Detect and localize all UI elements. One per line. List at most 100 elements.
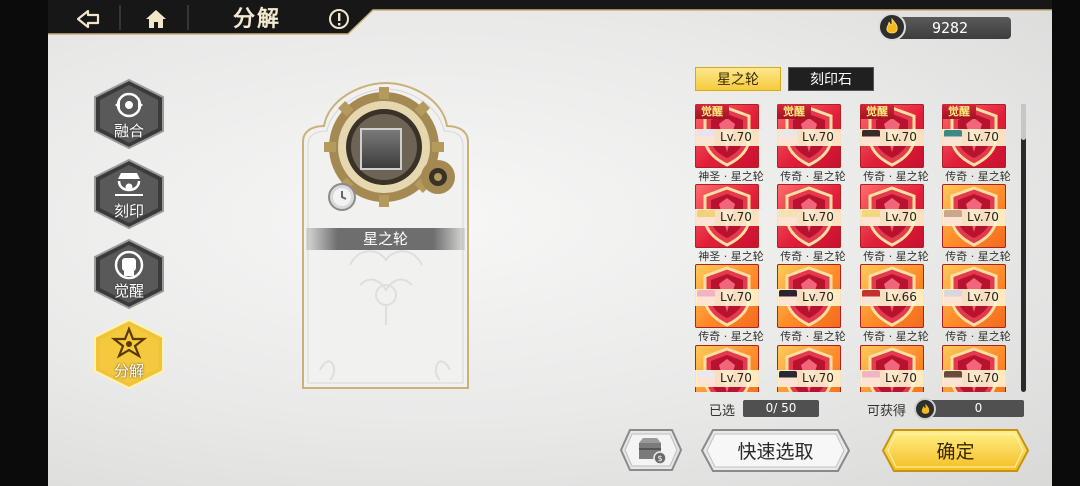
item-caption: 传奇 · 星之轮 <box>945 170 1011 183</box>
item-cell[interactable]: Lv.70 传奇 · 星之轮 <box>937 264 1019 344</box>
item-tile[interactable]: Lv.66 <box>860 264 924 328</box>
item-tile[interactable]: Lv.70 <box>695 184 759 248</box>
confirm-label: 确定 <box>936 441 975 463</box>
item-cell[interactable]: Lv.70 传奇 · 星之轮 <box>855 184 937 264</box>
awaken-badge: 觉醒 <box>942 104 976 119</box>
item-tile[interactable]: 觉醒 Lv.70 <box>777 104 841 168</box>
item-level: Lv.70 <box>802 371 834 385</box>
info-icon <box>329 9 349 29</box>
item-tile[interactable]: Lv.70 <box>860 345 924 392</box>
character-avatar <box>944 130 962 145</box>
item-tile[interactable]: Lv.70 <box>942 184 1006 248</box>
decompose-screen: 分解 9282 融合 刻印 觉醒 分解 星之轮 星之轮 刻印石 觉醒 Lv.70… <box>0 0 1080 486</box>
scrollbar-thumb[interactable] <box>1021 104 1026 140</box>
home-icon <box>146 10 166 28</box>
awaken-badge: 觉醒 <box>777 104 811 119</box>
item-tile[interactable]: 觉醒 Lv.70 <box>695 104 759 168</box>
sidebar-item-fusion[interactable]: 融合 <box>93 79 165 149</box>
item-cell[interactable]: 觉醒 Lv.70 神圣 · 星之轮 <box>690 104 772 184</box>
level-bar: Lv.70 <box>942 370 1006 387</box>
item-cell[interactable]: Lv.70 <box>937 345 1019 392</box>
item-tile[interactable]: Lv.70 <box>777 264 841 328</box>
sidebar-item-engrave[interactable]: 刻印 <box>93 159 165 229</box>
level-bar: Lv.70 <box>860 370 924 387</box>
item-tile[interactable]: 觉醒 Lv.70 <box>860 104 924 168</box>
item-cell[interactable]: Lv.70 传奇 · 星之轮 <box>772 264 854 344</box>
item-cell[interactable]: Lv.70 传奇 · 星之轮 <box>690 264 772 344</box>
sidebar-item-awaken[interactable]: 觉醒 <box>93 239 165 309</box>
level-bar: Lv.70 <box>942 209 1006 226</box>
screen-edge-left <box>0 0 48 486</box>
level-bar: Lv.70 <box>777 289 841 306</box>
character-avatar <box>779 130 797 145</box>
character-avatar <box>944 371 962 386</box>
item-cell[interactable]: Lv.70 <box>772 345 854 392</box>
item-tile[interactable]: Lv.70 <box>942 264 1006 328</box>
item-cell[interactable]: 觉醒 Lv.70 传奇 · 星之轮 <box>772 104 854 184</box>
item-level: Lv.70 <box>885 130 917 144</box>
item-level: Lv.70 <box>720 210 752 224</box>
level-bar: Lv.70 <box>695 129 759 146</box>
character-avatar <box>697 290 715 305</box>
character-avatar <box>697 371 715 386</box>
character-avatar <box>779 290 797 305</box>
item-caption: 传奇 · 星之轮 <box>780 250 846 263</box>
selected-item-name: 星之轮 <box>306 228 465 250</box>
item-cell[interactable]: Lv.70 传奇 · 星之轮 <box>937 184 1019 264</box>
item-cell[interactable]: 觉醒 Lv.70 传奇 · 星之轮 <box>937 104 1019 184</box>
currency-value: 9282 <box>931 19 969 37</box>
item-cell[interactable]: 觉醒 Lv.70 传奇 · 星之轮 <box>855 104 937 184</box>
screen-edge-right <box>1052 0 1080 486</box>
level-bar: Lv.70 <box>695 370 759 387</box>
item-caption: 传奇 · 星之轮 <box>945 250 1011 263</box>
character-avatar <box>944 290 962 305</box>
level-bar: Lv.70 <box>777 209 841 226</box>
character-avatar <box>862 371 880 386</box>
item-cell[interactable]: Lv.70 神圣 · 星之轮 <box>690 184 772 264</box>
item-tile[interactable]: Lv.70 <box>777 184 841 248</box>
item-caption: 传奇 · 星之轮 <box>945 330 1011 343</box>
level-bar: Lv.70 <box>942 289 1006 306</box>
back-button[interactable] <box>68 4 108 34</box>
sidebar-item-label: 融合 <box>113 122 144 140</box>
button-frame: $ <box>619 429 683 471</box>
tab-star-wheel[interactable]: 星之轮 <box>695 67 781 91</box>
item-caption: 传奇 · 星之轮 <box>780 330 846 343</box>
item-tile[interactable]: Lv.70 <box>777 345 841 392</box>
shop-exchange-button[interactable]: $ <box>619 429 683 471</box>
sidebar-item-decompose[interactable]: 分解 <box>93 319 165 389</box>
obtain-value: 0 <box>923 400 1024 417</box>
item-tile[interactable]: Lv.70 <box>942 345 1006 392</box>
sidebar-item-label: 刻印 <box>113 202 144 220</box>
item-level: Lv.70 <box>967 210 999 224</box>
item-tile[interactable]: Lv.70 <box>860 184 924 248</box>
item-level: Lv.66 <box>885 290 917 304</box>
empty-slot-icon[interactable] <box>360 128 402 170</box>
page-title: 分解 <box>233 7 282 32</box>
level-bar: Lv.70 <box>695 289 759 306</box>
level-bar: Lv.70 <box>860 129 924 146</box>
grid-scrollbar[interactable] <box>1021 104 1026 392</box>
item-cell[interactable]: Lv.70 <box>855 345 937 392</box>
item-cell[interactable]: Lv.66 传奇 · 星之轮 <box>855 264 937 344</box>
home-button[interactable] <box>140 4 172 34</box>
svg-text:$: $ <box>658 454 663 463</box>
item-tile[interactable]: Lv.70 <box>695 345 759 392</box>
confirm-button[interactable]: 确定 <box>882 429 1029 472</box>
item-tile[interactable]: 觉醒 Lv.70 <box>942 104 1006 168</box>
item-level: Lv.70 <box>967 290 999 304</box>
selected-item-card: 星之轮 <box>300 80 471 391</box>
info-button[interactable] <box>326 4 352 34</box>
character-avatar <box>697 210 715 225</box>
item-tile[interactable]: Lv.70 <box>695 264 759 328</box>
sidebar-item-label: 觉醒 <box>113 282 144 300</box>
level-bar: Lv.70 <box>695 209 759 226</box>
item-caption: 传奇 · 星之轮 <box>698 330 764 343</box>
item-level: Lv.70 <box>802 130 834 144</box>
item-cell[interactable]: Lv.70 传奇 · 星之轮 <box>772 184 854 264</box>
currency-display: 9282 <box>878 13 1011 41</box>
item-level: Lv.70 <box>885 371 917 385</box>
tab-engrave-stone[interactable]: 刻印石 <box>788 67 874 91</box>
item-cell[interactable]: Lv.70 <box>690 345 772 392</box>
quick-select-button[interactable]: 快速选取 <box>701 429 850 472</box>
